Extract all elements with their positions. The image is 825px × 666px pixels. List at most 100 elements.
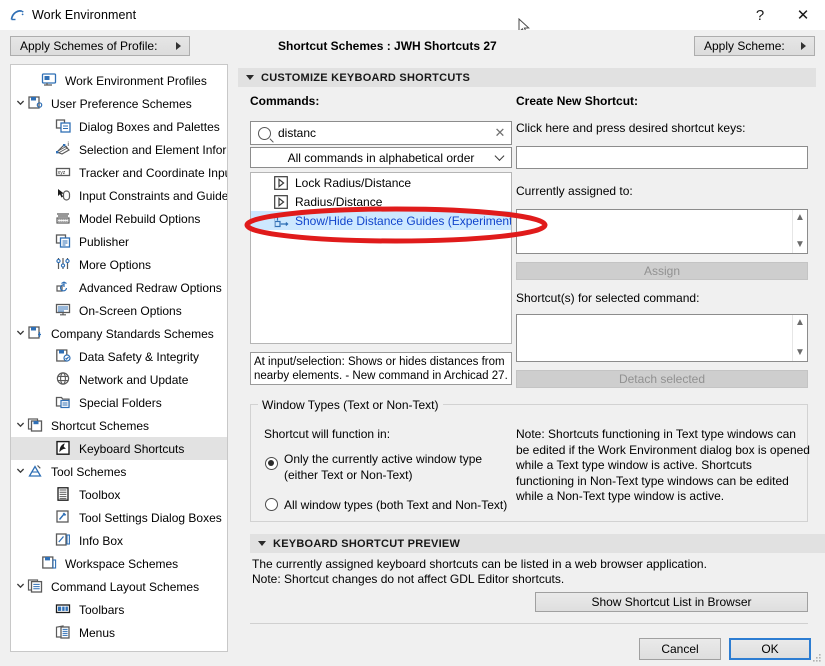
sidebar-item-company-standards-schemes[interactable]: Company Standards Schemes — [11, 322, 227, 345]
command-list-item[interactable]: Show/Hide Distance Guides (Experimental) — [251, 211, 511, 230]
scroll-up-icon[interactable]: ▲ — [795, 318, 805, 328]
search-input[interactable] — [278, 126, 489, 140]
chevron-down-icon[interactable] — [13, 98, 27, 109]
shortcut-schemes-icon — [27, 417, 45, 434]
sidebar-item-more-options[interactable]: More Options — [11, 253, 227, 276]
apply-schemes-of-profile-button[interactable]: Apply Schemes of Profile: — [10, 36, 190, 56]
command-list-item[interactable]: Lock Radius/Distance — [251, 173, 511, 192]
sidebar-item-workspace-schemes[interactable]: Workspace Schemes — [11, 552, 227, 575]
shortcuts-for-command-list[interactable]: ▲ ▼ — [516, 314, 808, 362]
schemes-tree-panel[interactable]: Work Environment Profiles User Preference… — [10, 64, 228, 652]
sidebar-item-label: On-Screen Options — [79, 303, 182, 318]
show-shortcut-list-in-browser-button[interactable]: Show Shortcut List in Browser — [535, 592, 808, 612]
sidebar-item-network-and-update[interactable]: Network and Update — [11, 368, 227, 391]
sidebar-item-menus[interactable]: Menus — [11, 621, 227, 644]
sidebar-item-special-folders[interactable]: Special Folders — [11, 391, 227, 414]
help-button[interactable]: ? — [739, 0, 781, 30]
chevron-down-icon[interactable] — [13, 581, 27, 592]
publisher-icon — [55, 233, 73, 250]
resize-grip-icon[interactable] — [811, 652, 823, 664]
scroll-down-icon[interactable]: ▼ — [795, 348, 805, 358]
sidebar-item-advanced-redraw-options[interactable]: Advanced Redraw Options — [11, 276, 227, 299]
window-types-note: Note: Shortcuts functioning in Text type… — [516, 427, 810, 503]
sidebar-item-label: Advanced Redraw Options — [79, 280, 222, 295]
sidebar-item-label: Menus — [79, 625, 116, 640]
sidebar-item-user-preference-schemes[interactable]: User Preference Schemes — [11, 92, 227, 115]
radio-active-window-type[interactable] — [265, 457, 278, 470]
window-title: Work Environment — [32, 8, 137, 22]
sidebar-item-model-rebuild-options[interactable]: Model Rebuild Options — [11, 207, 227, 230]
customize-section-title: CUSTOMIZE KEYBOARD SHORTCUTS — [261, 71, 471, 84]
sidebar-item-label: Network and Update — [79, 372, 189, 387]
sidebar-item-tool-schemes[interactable]: Tool Schemes — [11, 460, 227, 483]
sidebar-item-tool-settings-dialog-boxes[interactable]: Tool Settings Dialog Boxes — [11, 506, 227, 529]
on-screen-options-icon — [55, 302, 73, 319]
sidebar-item-label: Shortcut Schemes — [51, 418, 150, 433]
keyboard-shortcut-preview-header[interactable]: KEYBOARD SHORTCUT PREVIEW — [250, 534, 825, 553]
command-search-box[interactable]: ✕ — [250, 121, 512, 145]
work-environment-dialog: Work Environment ? ✕ Apply Schemes of Pr… — [0, 0, 825, 666]
search-icon — [258, 126, 271, 140]
command-layout-icon — [27, 578, 45, 595]
toolbars-icon — [55, 601, 73, 618]
title-bar: Work Environment ? ✕ — [0, 0, 825, 30]
sidebar-item-label: Input Constraints and Guides — [79, 188, 228, 203]
chevron-down-icon[interactable] — [13, 466, 27, 477]
sidebar-item-publisher[interactable]: Publisher — [11, 230, 227, 253]
cancel-button[interactable]: Cancel — [639, 638, 721, 660]
sidebar-item-label: Model Rebuild Options — [79, 211, 201, 226]
sidebar-item-toolbars[interactable]: Toolbars — [11, 598, 227, 621]
ok-button[interactable]: OK — [729, 638, 811, 660]
sidebar-item-label: Data Safety & Integrity — [79, 349, 200, 364]
chevron-down-icon[interactable] — [13, 420, 27, 431]
sidebar-item-keyboard-shortcuts[interactable]: Keyboard Shortcuts — [11, 437, 227, 460]
shortcuts-for-command-scrollbar[interactable]: ▲ ▼ — [792, 315, 807, 361]
play-command-icon — [274, 194, 289, 209]
currently-assigned-list[interactable]: ▲ ▼ — [516, 209, 808, 254]
sidebar-item-info-box[interactable]: Info Box — [11, 529, 227, 552]
command-list[interactable]: Lock Radius/Distance Radius/Distance Show/… — [250, 172, 512, 344]
command-description: At input/selection: Shows or hides dista… — [250, 352, 512, 385]
sidebar-item-shortcut-schemes[interactable]: Shortcut Schemes — [11, 414, 227, 437]
sidebar-item-selection-and-element-information[interactable]: i Selection and Element Information — [11, 138, 227, 161]
sidebar-item-tracker-and-coordinate-input[interactable]: xyz Tracker and Coordinate Input — [11, 161, 227, 184]
chevron-down-icon[interactable] — [13, 328, 27, 339]
schemes-tree: Work Environment Profiles User Preference… — [11, 65, 227, 644]
currently-assigned-label: Currently assigned to: — [516, 184, 633, 198]
command-list-item[interactable]: Radius/Distance — [251, 192, 511, 211]
tracker-coordinate-icon: xyz — [55, 164, 73, 181]
menus-icon — [55, 624, 73, 641]
command-filter-select[interactable]: All commands in alphabetical order — [250, 147, 512, 168]
radio-all-window-types[interactable] — [265, 498, 278, 511]
sidebar-item-label: Workspace Schemes — [65, 556, 179, 571]
assign-button[interactable]: Assign — [516, 262, 808, 280]
scroll-up-icon[interactable]: ▲ — [795, 213, 805, 223]
preview-line-1: The currently assigned keyboard shortcut… — [252, 557, 707, 571]
radio-active-window-label[interactable]: Only the currently active window type (e… — [284, 451, 514, 483]
chevron-right-icon — [176, 42, 181, 50]
clear-search-icon[interactable]: ✕ — [489, 125, 511, 141]
sidebar-item-command-layout-schemes[interactable]: Command Layout Schemes — [11, 575, 227, 598]
sidebar-item-on-screen-options[interactable]: On-Screen Options — [11, 299, 227, 322]
press-keys-label: Click here and press desired shortcut ke… — [516, 121, 746, 135]
command-list-item-label: Show/Hide Distance Guides (Experimental) — [295, 213, 512, 228]
sidebar-item-data-safety-integrity[interactable]: Data Safety & Integrity — [11, 345, 227, 368]
detach-selected-button[interactable]: Detach selected — [516, 370, 808, 388]
customize-keyboard-shortcuts-header[interactable]: CUSTOMIZE KEYBOARD SHORTCUTS — [238, 68, 816, 87]
shortcut-key-input[interactable] — [516, 146, 808, 169]
currently-assigned-scrollbar[interactable]: ▲ ▼ — [792, 210, 807, 253]
sidebar-item-work-environment-profiles[interactable]: Work Environment Profiles — [11, 69, 227, 92]
command-list-item-label: Lock Radius/Distance — [295, 175, 412, 190]
scroll-down-icon[interactable]: ▼ — [795, 240, 805, 250]
sidebar-item-label: User Preference Schemes — [51, 96, 192, 111]
company-standards-icon — [27, 325, 45, 342]
radio-all-window-label[interactable]: All window types (both Text and Non-Text… — [284, 498, 544, 513]
more-options-icon — [55, 256, 73, 273]
sidebar-item-dialog-boxes-and-palettes[interactable]: Dialog Boxes and Palettes — [11, 115, 227, 138]
apply-scheme-button[interactable]: Apply Scheme: — [694, 36, 815, 56]
close-icon[interactable]: ✕ — [781, 0, 825, 30]
sidebar-item-input-constraints-and-guides[interactable]: Input Constraints and Guides — [11, 184, 227, 207]
input-constraints-icon — [55, 187, 73, 204]
sidebar-item-toolbox[interactable]: Toolbox — [11, 483, 227, 506]
command-list-item-label: Radius/Distance — [295, 194, 383, 209]
